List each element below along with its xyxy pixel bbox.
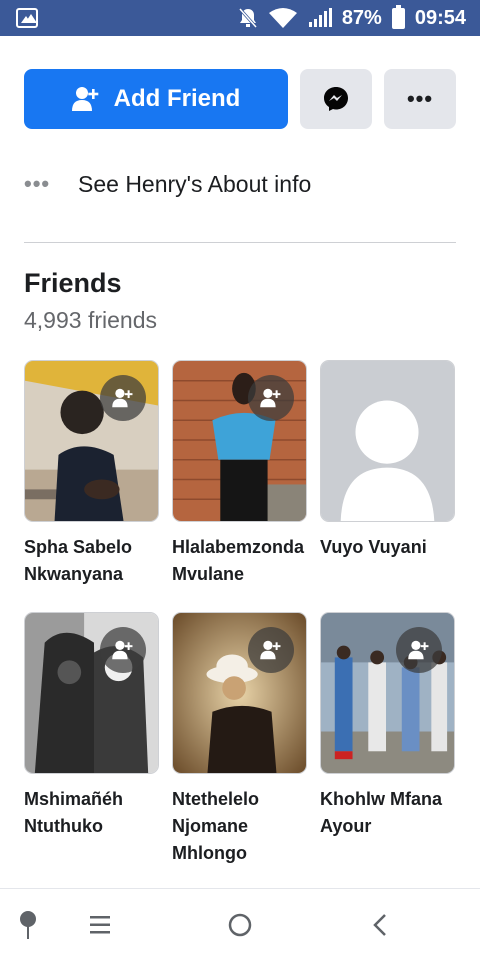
navigation-bar <box>0 888 480 960</box>
add-friend-badge[interactable] <box>248 375 294 421</box>
more-options-button[interactable]: ••• <box>384 69 456 129</box>
status-icons: 87% 09:54 <box>238 0 466 36</box>
add-person-icon <box>260 640 281 660</box>
friend-name[interactable]: Vuyo Vuyani <box>320 534 427 561</box>
friend-name[interactable]: Khohlw Mfana Ayour <box>320 786 442 840</box>
image-notification-icon <box>16 8 38 28</box>
default-avatar-icon <box>321 361 454 521</box>
friend-name[interactable]: Mshimañéh Ntuthuko <box>24 786 123 840</box>
add-friend-badge[interactable] <box>100 627 146 673</box>
add-person-icon <box>112 388 133 408</box>
friend-tile[interactable] <box>320 612 455 774</box>
signal-icon <box>308 8 332 27</box>
friend-name[interactable]: Hlalabemzonda Mvulane <box>172 534 304 588</box>
add-friend-label: Add Friend <box>113 85 241 112</box>
status-bar: 87% 09:54 <box>0 0 480 36</box>
add-person-icon <box>71 87 98 111</box>
friend-tile[interactable] <box>172 612 307 774</box>
friend-tile[interactable] <box>320 360 455 522</box>
mute-icon <box>238 8 257 28</box>
add-person-icon <box>260 388 281 408</box>
about-info-row[interactable]: ••• See Henry's About info <box>24 162 456 206</box>
add-friend-badge[interactable] <box>100 375 146 421</box>
battery-percent: 87% <box>341 6 382 29</box>
accessibility-icon[interactable] <box>10 907 46 943</box>
add-person-icon <box>408 640 429 660</box>
more-dots-icon: ••• <box>406 86 434 111</box>
battery-icon <box>391 4 405 29</box>
add-friend-badge[interactable] <box>396 627 442 673</box>
back-icon[interactable] <box>362 907 398 943</box>
messenger-icon <box>324 87 348 111</box>
clock: 09:54 <box>414 6 466 29</box>
add-friend-button[interactable]: Add Friend <box>24 69 288 129</box>
ellipsis-icon: ••• <box>24 171 51 196</box>
friend-tile[interactable] <box>172 360 307 522</box>
friend-tile[interactable] <box>24 612 159 774</box>
friend-name[interactable]: Ntethelelo Njomane Mhlongo <box>172 786 259 867</box>
add-friend-badge[interactable] <box>248 627 294 673</box>
friends-count: 4,993 friends <box>24 307 157 333</box>
recent-apps-icon[interactable] <box>82 907 118 943</box>
divider <box>24 242 456 243</box>
add-person-icon <box>112 640 133 660</box>
friends-title: Friends <box>24 268 122 298</box>
friend-tile[interactable] <box>24 360 159 522</box>
friend-name[interactable]: Spha Sabelo Nkwanyana <box>24 534 132 588</box>
about-info-label: See Henry's About info <box>78 170 312 197</box>
message-button[interactable] <box>300 69 372 129</box>
wifi-icon <box>268 8 297 28</box>
home-icon[interactable] <box>222 907 258 943</box>
